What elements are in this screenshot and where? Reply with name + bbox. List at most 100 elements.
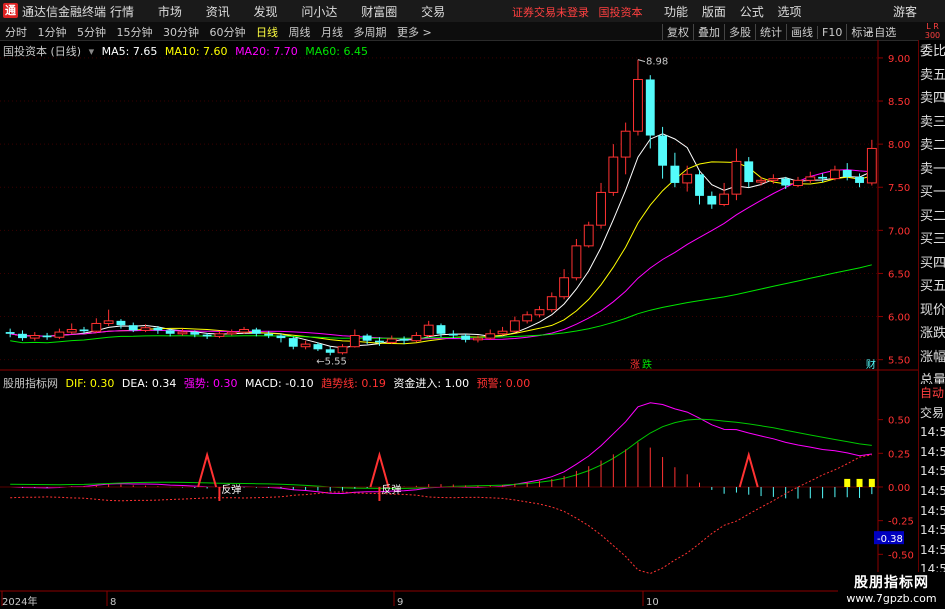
candle-body xyxy=(485,333,496,339)
sub-tick-label: 0.25 xyxy=(888,449,910,460)
candle-body xyxy=(695,174,704,196)
trend-line xyxy=(10,454,872,575)
diejia-button[interactable]: 叠加 xyxy=(693,24,724,40)
dif-value: DIF: 0.30 xyxy=(65,377,115,390)
gongneng-button[interactable]: 功能 xyxy=(664,3,688,20)
sub-tick-label: 0.00 xyxy=(888,483,910,494)
tab-60min[interactable]: 60分钟 xyxy=(210,24,246,40)
duogu-button[interactable]: 多股 xyxy=(724,24,755,40)
high-pointer xyxy=(637,59,646,63)
candle-body xyxy=(423,324,434,337)
candle-body xyxy=(866,147,877,184)
candle-body xyxy=(829,169,840,180)
rebound-label: 反弹 xyxy=(381,483,401,496)
menu-zixun[interactable]: 资讯 xyxy=(206,3,230,20)
status-notice: 证券交易未登录 国投资本 xyxy=(512,4,649,20)
candle-body xyxy=(682,173,693,184)
capital-bar xyxy=(868,478,875,487)
tab-more[interactable]: 更多 > xyxy=(397,24,432,40)
sub-tick-label: 0.50 xyxy=(888,416,910,427)
menu-hangqing[interactable]: 行情 xyxy=(110,3,134,20)
chart-grid xyxy=(0,40,918,609)
app-logo-icon: 通 xyxy=(3,3,18,18)
tab-multi-period[interactable]: 多周期 xyxy=(354,24,387,40)
quote-side-panel: 委比卖五卖四卖三卖二卖一买一买二买三买四买五现价涨跌涨幅总量外盘换手净资收益 xyxy=(918,40,945,482)
tab-5min[interactable]: 5分钟 xyxy=(77,24,106,40)
warning-triangle xyxy=(369,451,390,488)
period-tabs: 分时 1分钟 5分钟 15分钟 30分钟 60分钟 日线 周线 月线 多周期 更… xyxy=(5,24,439,40)
menu-shichang[interactable]: 市场 xyxy=(158,3,182,20)
badge-r: R xyxy=(933,22,939,31)
price-tick-label: 5.50 xyxy=(888,356,910,367)
macd-value: MACD: -0.10 xyxy=(245,377,314,390)
warning-triangle xyxy=(738,451,759,488)
title-right-buttons: 功能 版面 公式 选项 xyxy=(664,3,812,20)
candle-body xyxy=(781,178,791,186)
guest-button[interactable]: 游客 xyxy=(893,3,917,20)
login-notice[interactable]: 证券交易未登录 xyxy=(512,6,589,19)
trade-time: 14:56 xyxy=(920,483,945,498)
side-item: 卖三 xyxy=(920,114,945,130)
chart-area[interactable]: 9.00 8.50 8.00 7.50 7.00 6.50 6.00 5.50 8.98 ←5.5… xyxy=(0,40,918,609)
side-item: 涨幅 xyxy=(920,349,945,365)
candle-body xyxy=(337,346,348,354)
add-favorite-button[interactable]: +自选 xyxy=(865,24,896,40)
warning-triangle xyxy=(197,451,218,488)
candle-body xyxy=(731,160,742,195)
chart-tools: 复权 叠加 多股 统计 画线 F10 标记 xyxy=(662,24,877,40)
tab-weekly[interactable]: 周线 xyxy=(289,24,311,40)
main-legend: 国投资本 (日线) ▾ MA5: 7.65 MA10: 7.60 MA20: 7… xyxy=(3,43,372,59)
menu-wenxiaoda[interactable]: 问小达 xyxy=(301,3,337,20)
fuquan-button[interactable]: 复权 xyxy=(662,24,693,40)
sub-tick-label: -0.50 xyxy=(888,550,914,561)
candle-body xyxy=(313,344,323,350)
lr-badge[interactable]: L R 300 xyxy=(920,22,945,40)
gongshi-button[interactable]: 公式 xyxy=(740,3,764,20)
time-label: 2024年 xyxy=(2,595,37,608)
candle-body xyxy=(29,335,40,339)
f10-button[interactable]: F10 xyxy=(817,26,846,39)
tongji-button[interactable]: 统计 xyxy=(755,24,786,40)
stock-notice: 国投资本 xyxy=(598,6,643,19)
huaxian-button[interactable]: 画线 xyxy=(786,24,817,40)
trade-time: 14:56 xyxy=(920,444,945,459)
price-tick-label: 9.00 xyxy=(888,54,910,65)
chevron-down-icon[interactable]: ▾ xyxy=(89,45,95,58)
candle-body xyxy=(522,314,533,322)
app-title: 通达信金融终端 xyxy=(22,5,107,19)
auto-trade-button[interactable]: 自动 xyxy=(919,384,945,404)
candle-body xyxy=(349,335,360,348)
trade-time: 14:56 xyxy=(920,542,945,557)
tab-30min[interactable]: 30分钟 xyxy=(163,24,199,40)
banmian-button[interactable]: 版面 xyxy=(702,3,726,20)
candle-body xyxy=(436,325,446,334)
qushixian-value: 趋势线: 0.19 xyxy=(321,377,386,390)
tab-15min[interactable]: 15分钟 xyxy=(117,24,153,40)
side-item: 卖四 xyxy=(920,91,945,106)
stock-title[interactable]: 国投资本 (日线) xyxy=(3,45,81,58)
side-item: 买五 xyxy=(920,279,945,294)
candle-body xyxy=(658,135,668,166)
xuanxiang-button[interactable]: 选项 xyxy=(778,3,802,20)
candle-body xyxy=(559,277,570,298)
title-bar: 通 通达信金融终端 行情 市场 资讯 发现 问小达 财富圈 交易 证券交易未登录… xyxy=(0,0,945,23)
menu-faxian[interactable]: 发现 xyxy=(254,3,278,20)
candle-body xyxy=(448,333,458,336)
candle-body xyxy=(103,320,114,324)
candle-body xyxy=(855,176,864,183)
tag-zhang: 涨 xyxy=(630,359,640,371)
side-item: 委比 xyxy=(920,44,945,59)
tab-daily[interactable]: 日线 xyxy=(256,24,278,40)
tab-1min[interactable]: 1分钟 xyxy=(38,24,67,40)
period-toolbar: 分时 1分钟 5分钟 15分钟 30分钟 60分钟 日线 周线 月线 多周期 更… xyxy=(0,22,945,41)
candle-body xyxy=(325,349,335,353)
menu-caifuquan[interactable]: 财富圈 xyxy=(361,3,397,20)
menu-jiaoyi[interactable]: 交易 xyxy=(421,3,445,20)
low-label: ←5.55 xyxy=(316,356,347,367)
price-tick-label: 7.00 xyxy=(888,226,910,237)
candle-body xyxy=(288,338,298,347)
indicator-title[interactable]: 股朋指标网 xyxy=(3,377,58,390)
yujing-value: 预警: 0.00 xyxy=(476,377,531,390)
tab-monthly[interactable]: 月线 xyxy=(321,24,343,40)
tab-fenshi[interactable]: 分时 xyxy=(5,24,27,40)
